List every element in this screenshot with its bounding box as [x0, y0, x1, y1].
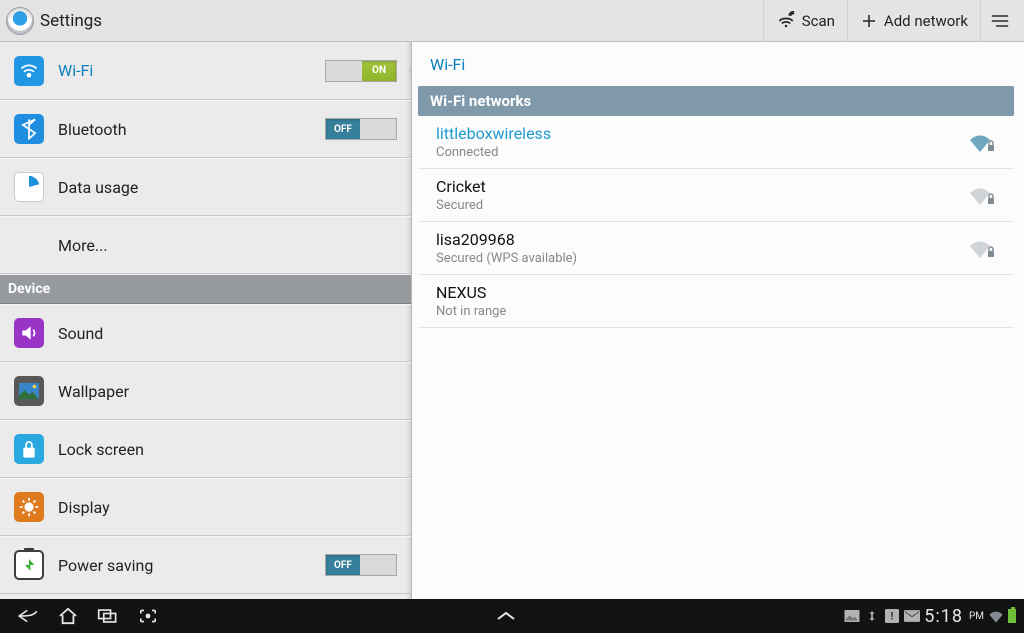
wifi-network-item[interactable]: lisa209968 Secured (WPS available): [418, 222, 1014, 275]
wifi-network-list: littleboxwireless Connected Cricket Secu…: [412, 116, 1020, 328]
sidebar-item-wifi[interactable]: Wi-Fi ON: [0, 42, 411, 100]
back-icon: [16, 607, 40, 625]
bluetooth-icon: [14, 114, 44, 144]
scan-label: Scan: [802, 12, 835, 30]
detail-pane: Wi-Fi Wi-Fi networks littleboxwireless C…: [412, 42, 1024, 599]
status-ampm: PM: [969, 611, 984, 622]
more-label: More...: [58, 236, 397, 255]
network-ssid: NEXUS: [436, 283, 996, 302]
svg-text:!: !: [891, 612, 894, 623]
network-ssid: Cricket: [436, 177, 968, 196]
screenshot-icon: [138, 608, 158, 624]
mail-tray-icon: [904, 609, 920, 623]
wifi-icon: [14, 56, 44, 86]
home-button[interactable]: [48, 599, 88, 633]
wifi-network-item[interactable]: NEXUS Not in range: [418, 275, 1014, 328]
power-saving-icon: [14, 550, 44, 580]
signal-icon: [968, 185, 996, 205]
wifi-network-item[interactable]: littleboxwireless Connected: [418, 116, 1014, 169]
bluetooth-toggle[interactable]: OFF: [325, 118, 397, 140]
menu-icon: [990, 12, 1010, 30]
network-status: Secured (WPS available): [436, 251, 968, 266]
status-clock: 5:18: [924, 606, 963, 627]
sidebar-item-more[interactable]: More...: [0, 216, 411, 274]
data-usage-icon: [14, 172, 44, 202]
wallpaper-icon: [14, 376, 44, 406]
recent-icon: [97, 608, 119, 624]
scan-button[interactable]: Scan: [763, 0, 847, 41]
data-usage-label: Data usage: [58, 178, 397, 197]
sidebar-item-data-usage[interactable]: Data usage: [0, 158, 411, 216]
wifi-label: Wi-Fi: [58, 61, 325, 80]
settings-list: Wi-Fi ON Bluetooth OFF Data usage More..…: [0, 42, 412, 599]
wifi-network-item[interactable]: Cricket Secured: [418, 169, 1014, 222]
sidebar-item-lock-screen[interactable]: Lock screen: [0, 420, 411, 478]
sidebar-item-display[interactable]: Display: [0, 478, 411, 536]
network-ssid: littleboxwireless: [436, 124, 968, 143]
wallpaper-label: Wallpaper: [58, 382, 397, 401]
wifi-networks-header: Wi-Fi networks: [418, 86, 1014, 116]
detail-title: Wi-Fi: [412, 42, 1020, 86]
sidebar-item-sound[interactable]: Sound: [0, 304, 411, 362]
network-status: Not in range: [436, 304, 996, 319]
display-icon: [14, 492, 44, 522]
plus-icon: [860, 12, 878, 30]
system-navbar: ! 5:18 PM: [0, 599, 1024, 633]
add-network-label: Add network: [884, 12, 968, 30]
wifi-tray-icon: [988, 609, 1004, 623]
sidebar-item-bluetooth[interactable]: Bluetooth OFF: [0, 100, 411, 158]
network-status: Connected: [436, 145, 968, 160]
sound-label: Sound: [58, 324, 397, 343]
sidebar-item-power-saving[interactable]: Power saving OFF: [0, 536, 411, 594]
expand-handle[interactable]: [486, 610, 526, 622]
signal-icon: [968, 238, 996, 258]
battery-tray-icon: [1008, 609, 1016, 623]
network-ssid: lisa209968: [436, 230, 968, 249]
chevron-up-icon: [494, 610, 518, 622]
home-icon: [57, 607, 79, 625]
signal-icon: [968, 132, 996, 152]
image-tray-icon: [844, 609, 860, 623]
lock-icon: [14, 434, 44, 464]
status-tray[interactable]: ! 5:18 PM: [844, 606, 1016, 627]
power-saving-label: Power saving: [58, 556, 325, 575]
section-header-device: Device: [0, 274, 411, 304]
sidebar-item-wallpaper[interactable]: Wallpaper: [0, 362, 411, 420]
app-title: Settings: [40, 11, 102, 31]
bluetooth-label: Bluetooth: [58, 120, 325, 139]
back-button[interactable]: [8, 599, 48, 633]
network-status: Secured: [436, 198, 968, 213]
add-network-button[interactable]: Add network: [847, 0, 980, 41]
sync-tray-icon: [864, 609, 880, 623]
screenshot-button[interactable]: [128, 599, 168, 633]
display-label: Display: [58, 498, 397, 517]
settings-app-icon: [6, 7, 34, 35]
power-saving-toggle[interactable]: OFF: [325, 554, 397, 576]
recent-apps-button[interactable]: [88, 599, 128, 633]
alert-tray-icon: !: [884, 609, 900, 623]
lock-label: Lock screen: [58, 440, 397, 459]
overflow-menu-button[interactable]: [980, 0, 1018, 41]
sound-icon: [14, 318, 44, 348]
wifi-toggle[interactable]: ON: [325, 60, 397, 82]
scan-icon: [776, 11, 796, 31]
